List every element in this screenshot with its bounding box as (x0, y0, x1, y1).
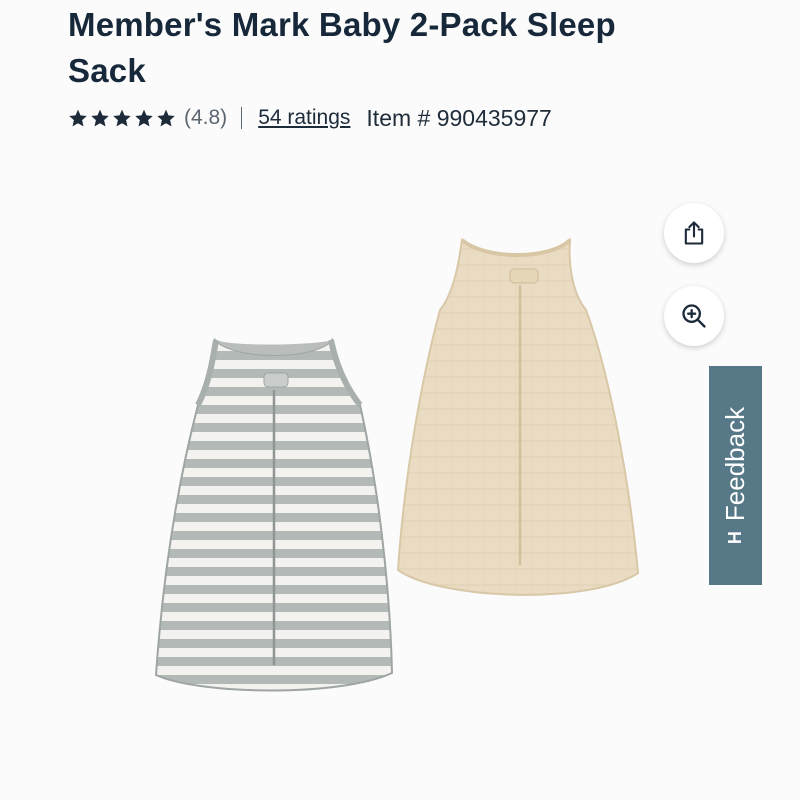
star-rating (68, 108, 176, 128)
zoom-button[interactable] (664, 286, 724, 346)
feedback-tab[interactable]: H Feedback (709, 366, 762, 585)
star-icon (135, 109, 153, 127)
star-icon (69, 109, 87, 127)
zoom-in-icon (682, 304, 706, 328)
feedback-label: Feedback (720, 406, 750, 522)
grey-striped-sleep-sack (154, 337, 394, 692)
star-icon (91, 109, 109, 127)
rating-row: (4.8) 54 ratings Item # 990435977 (68, 100, 552, 136)
feedback-icon: H (725, 531, 745, 545)
beige-sleep-sack (396, 237, 640, 596)
product-image[interactable] (140, 225, 660, 705)
item-number: Item # 990435977 (366, 104, 552, 131)
product-title: Member's Mark Baby 2-Pack Sleep Sack (68, 6, 616, 89)
share-icon (684, 221, 704, 245)
star-icon (113, 109, 131, 127)
star-icon (157, 109, 175, 127)
share-button[interactable] (664, 203, 724, 263)
ratings-link[interactable]: 54 ratings (258, 106, 350, 130)
rating-value: (4.8) (184, 106, 228, 129)
divider (241, 107, 243, 129)
